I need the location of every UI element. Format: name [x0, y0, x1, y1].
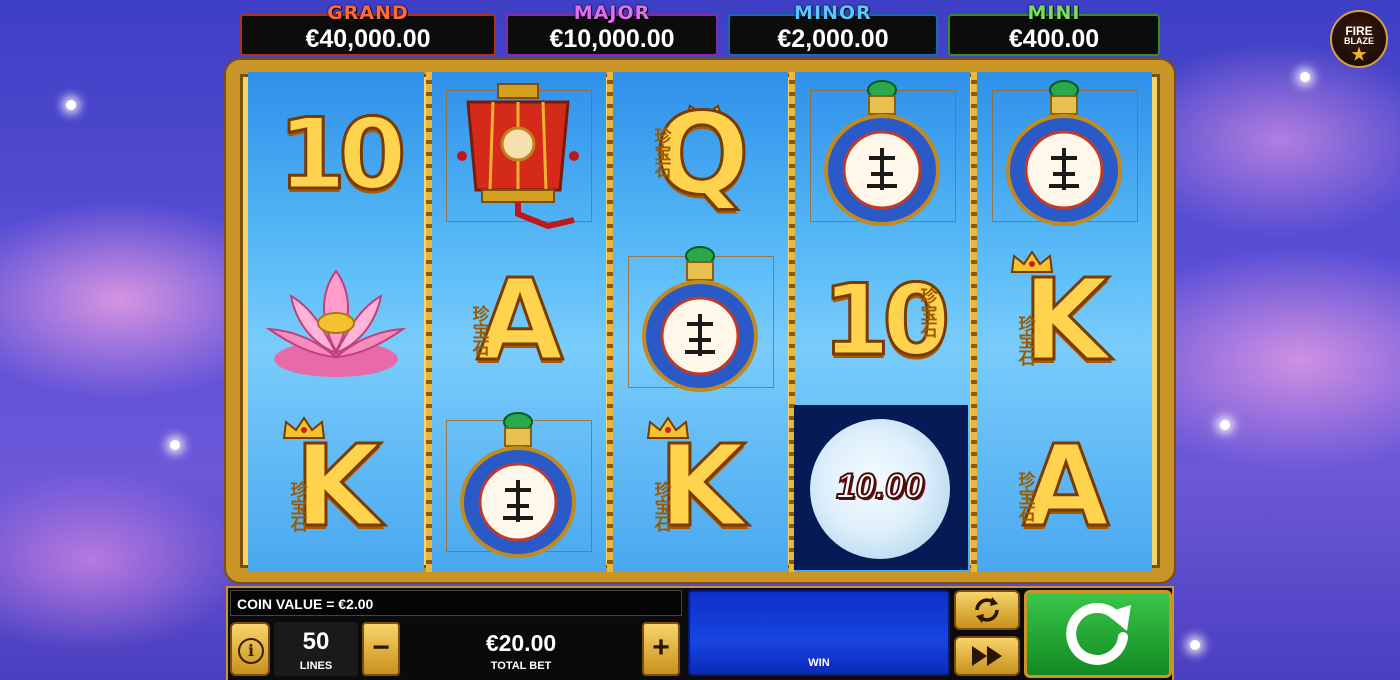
symbol-10: 10: [276, 98, 408, 212]
lantern-icon: [457, 83, 579, 230]
info-icon: i: [238, 638, 264, 664]
jackpot-label: MAJOR: [573, 2, 651, 24]
sparkle: [170, 440, 180, 450]
snuff-bottle-icon: [824, 80, 940, 226]
snuff-bottle-symbol: [638, 244, 762, 394]
lines-value: 50: [302, 628, 330, 655]
han-character: 珍 宝 石: [654, 127, 672, 180]
snuff-bottle-symbol: [820, 78, 944, 228]
han-character: 珍 宝 石: [1018, 471, 1036, 524]
info-button[interactable]: i: [230, 622, 270, 676]
autoplay-icon: [975, 597, 999, 623]
jackpot-major: MAJOR €10,000.00: [506, 2, 718, 56]
snuff-bottle-icon: [642, 246, 758, 392]
han-character: 珍 宝 石: [290, 481, 308, 534]
lotus-symbol: [258, 250, 414, 392]
snuff-bottle-symbol: [456, 410, 580, 560]
symbol-K: K 珍 宝 石: [276, 416, 400, 545]
sparkle: [1220, 420, 1230, 430]
han-character: 珍 宝 石: [920, 287, 938, 340]
symbol-Q: Q 珍 宝 石: [640, 98, 764, 213]
symbol-A: A 珍 宝 石: [1004, 430, 1128, 545]
jackpot-value: €10,000.00: [549, 25, 675, 53]
sparkle: [1190, 640, 1200, 650]
fire-blaze-logo: FIRE BLAZE ★: [1330, 10, 1388, 68]
snuff-bottle-icon: [460, 412, 576, 558]
decrease-bet-button[interactable]: −: [362, 622, 400, 676]
total-bet-label: TOTAL BET: [490, 660, 552, 672]
snuff-bottle-symbol: [1002, 78, 1126, 228]
han-character: 珍 宝 石: [472, 305, 490, 358]
symbol-K: K 珍 宝 石: [1004, 250, 1128, 379]
han-character: 珍 宝 石: [654, 481, 672, 534]
jackpot-value: €2,000.00: [777, 25, 889, 53]
turbo-button[interactable]: [954, 636, 1020, 676]
star-icon: ★: [1351, 45, 1367, 64]
sparkle: [66, 100, 76, 110]
autoplay-button[interactable]: [954, 590, 1020, 630]
symbol-10: 10 珍 宝 石: [820, 265, 952, 378]
total-bet-display: €20.00 TOTAL BET: [404, 622, 638, 676]
lines-label: LINES: [299, 660, 333, 672]
reel-divider: [607, 72, 613, 572]
jackpot-minor: MINOR €2,000.00: [728, 2, 938, 56]
win-label: WIN: [808, 657, 830, 669]
reel-divider: [971, 72, 977, 572]
snuff-bottle-icon: [1006, 80, 1122, 226]
jackpot-grand: GRAND €40,000.00: [240, 2, 496, 56]
moon-symbol: 10.00: [810, 419, 950, 559]
win-display: WIN: [688, 590, 950, 676]
lotus-icon: [265, 269, 407, 377]
sparkle: [1300, 72, 1310, 82]
symbol-A: A 珍 宝 石: [458, 264, 582, 379]
total-bet-value: €20.00: [485, 630, 557, 656]
symbol-glyph: 10: [277, 98, 408, 212]
spin-icon: [1066, 602, 1131, 665]
lantern-symbol: [442, 80, 594, 230]
jackpot-label: MINOR: [794, 2, 872, 24]
jackpot-value: €400.00: [1008, 25, 1100, 53]
han-character: 珍 宝 石: [1018, 315, 1036, 368]
increase-bet-button[interactable]: +: [642, 622, 680, 676]
coin-value-bar[interactable]: COIN VALUE = €2.00: [230, 590, 682, 616]
reel-divider: [426, 72, 432, 572]
jackpot-label: MINI: [1027, 2, 1081, 24]
symbol-K: K 珍 宝 石: [640, 416, 764, 545]
coin-value-text: COIN VALUE = €2.00: [237, 596, 374, 612]
jackpot-value: €40,000.00: [305, 25, 431, 53]
moon-cell: 10.00: [794, 405, 968, 570]
jackpot-mini: MINI €400.00: [948, 2, 1160, 56]
spin-button[interactable]: [1024, 590, 1172, 678]
moon-value: 10.00: [835, 466, 925, 507]
jackpot-label: GRAND: [327, 2, 409, 24]
fast-forward-icon: [972, 646, 1002, 666]
lines-display: 50 LINES: [274, 622, 358, 676]
